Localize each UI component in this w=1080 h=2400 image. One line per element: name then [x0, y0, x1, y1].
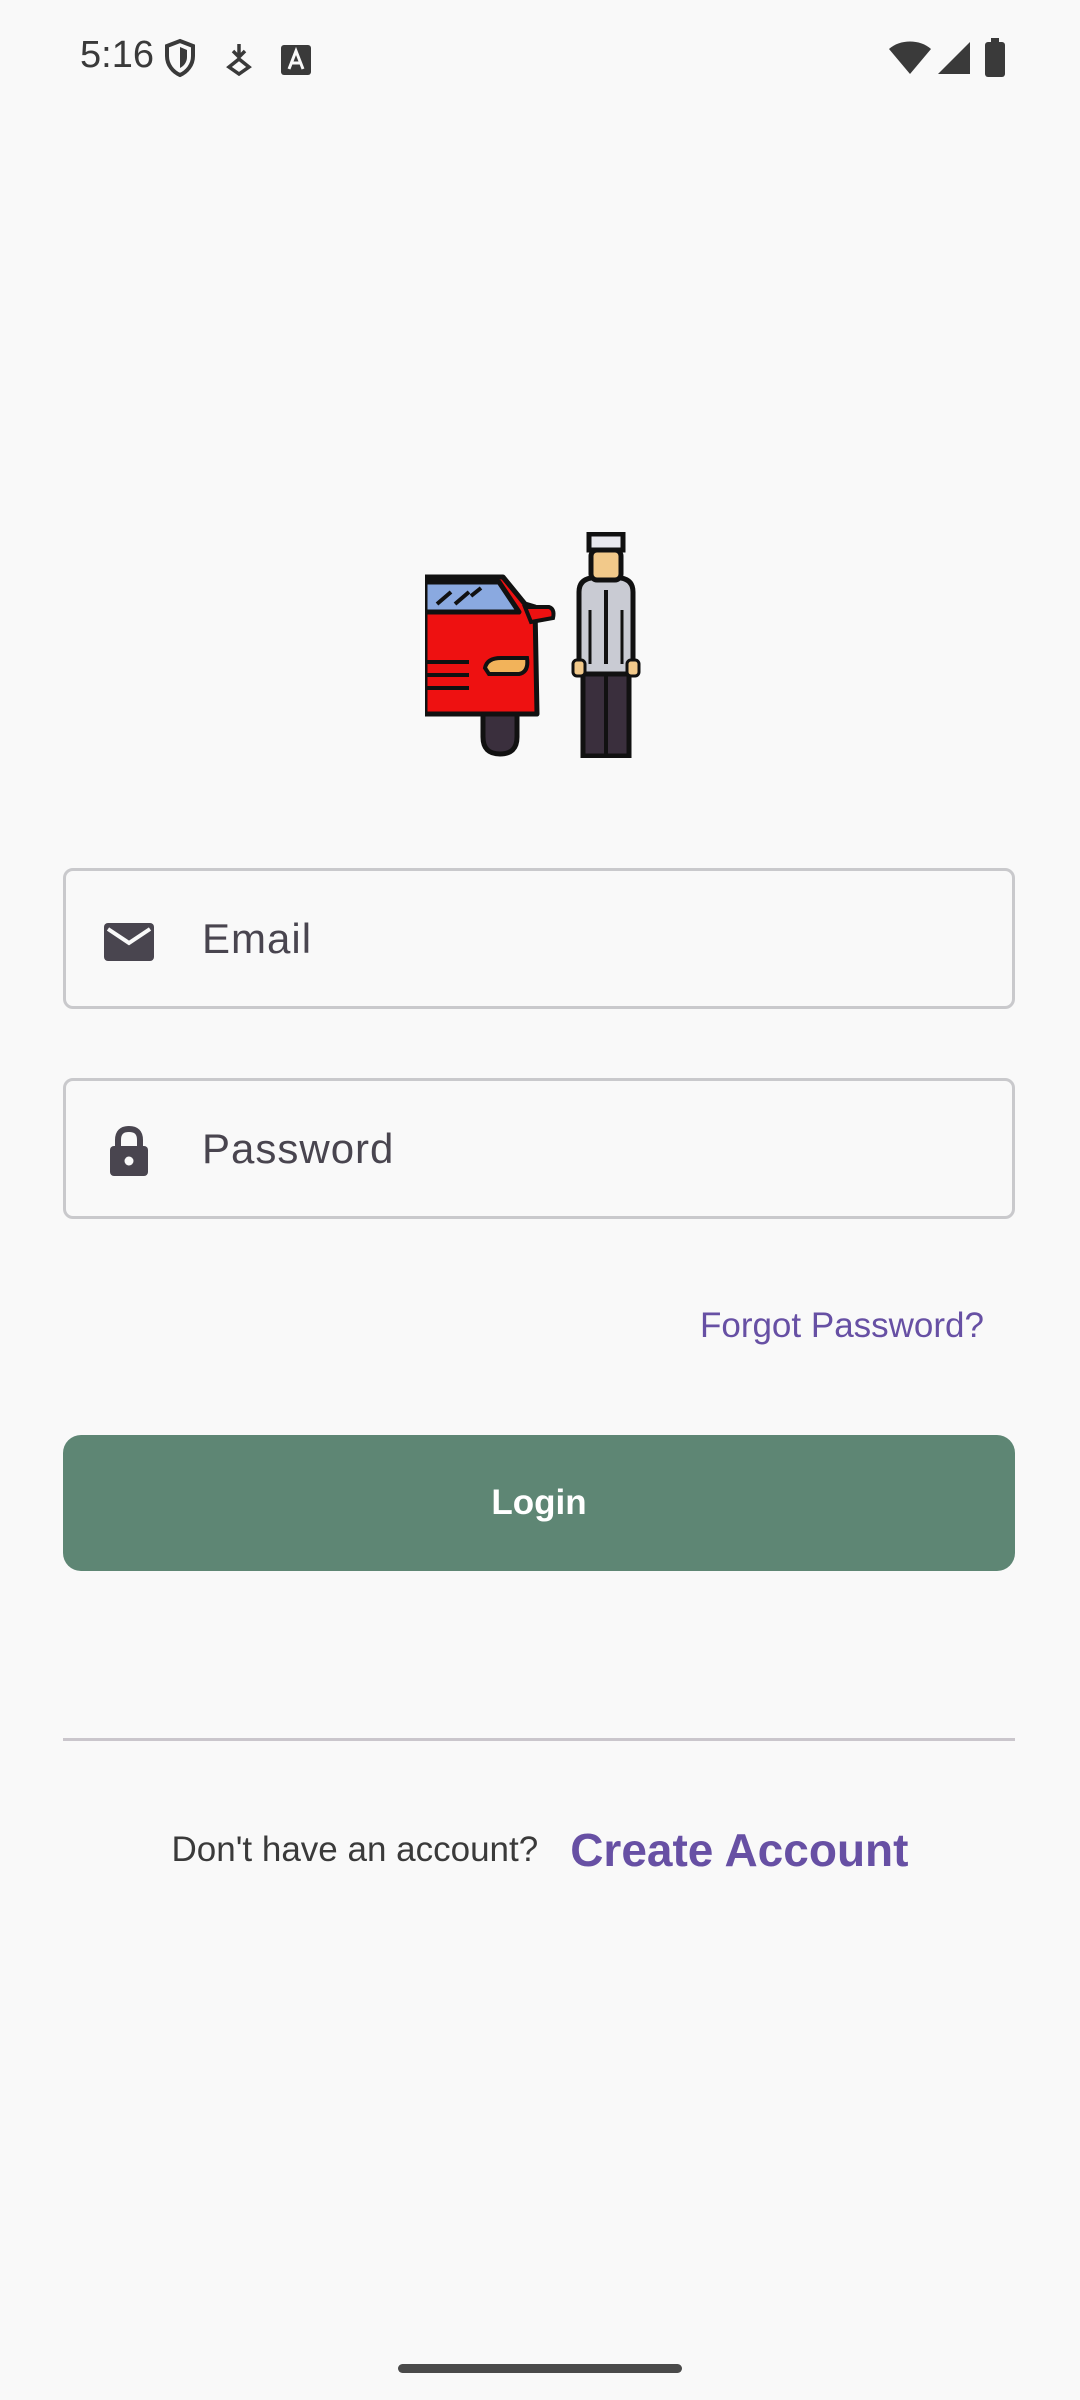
wifi-icon — [889, 41, 931, 74]
battery-icon — [985, 38, 1005, 77]
email-field[interactable]: Email — [63, 868, 1015, 1009]
create-account-link[interactable]: Create Account — [570, 1823, 908, 1877]
signal-icon — [938, 42, 970, 74]
status-time: 5:16 — [80, 34, 154, 76]
divider — [63, 1738, 1015, 1741]
password-placeholder: Password — [202, 1125, 395, 1172]
download-icon — [226, 44, 252, 76]
car-and-valet-logo — [425, 532, 641, 758]
forgot-password-link[interactable]: Forgot Password? — [700, 1306, 984, 1346]
shield-icon — [165, 38, 195, 78]
login-button[interactable]: Login — [63, 1435, 1015, 1571]
signup-prompt: Don't have an account? — [171, 1830, 539, 1869]
keyboard-a-icon — [281, 45, 311, 75]
password-field[interactable]: Password — [63, 1078, 1015, 1219]
email-placeholder: Email — [202, 915, 313, 962]
home-indicator[interactable] — [398, 2364, 682, 2373]
mail-icon — [104, 923, 154, 961]
lock-icon — [110, 1125, 148, 1176]
status-bar: 5:16 — [0, 0, 1080, 120]
signup-row: Don't have an account? Create Account — [0, 1815, 1080, 1885]
